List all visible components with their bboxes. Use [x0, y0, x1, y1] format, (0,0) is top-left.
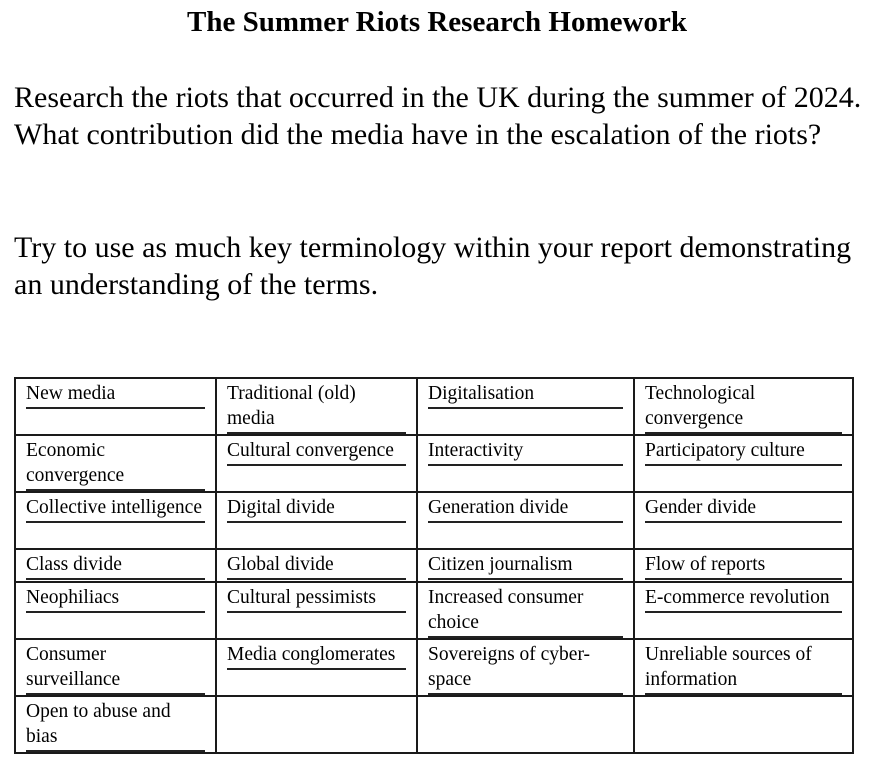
term-text: Citizen journalism [428, 552, 623, 580]
term-text: Unreliable sources of information [645, 642, 842, 695]
term-text: Cultural pessimists [227, 585, 406, 613]
term-cell: Sovereigns of cyber-space [416, 638, 635, 697]
table-row: New media Traditional (old) media Digita… [14, 377, 854, 436]
term-text: Economic convergence [26, 438, 205, 491]
table-row: Consumer surveillance Media conglomerate… [14, 638, 854, 697]
term-text: Increased consumer choice [428, 585, 623, 638]
table-row: Open to abuse and bias [14, 695, 854, 754]
page-title: The Summer Riots Research Homework [187, 6, 687, 38]
term-text: Gender divide [645, 495, 842, 523]
term-cell: Flow of reports [633, 548, 854, 583]
term-text: Traditional (old) media [227, 381, 406, 434]
table-row: Neophiliacs Cultural pessimists Increase… [14, 581, 854, 640]
term-cell: Increased consumer choice [416, 581, 635, 640]
table-row: Class divide Global divide Citizen journ… [14, 548, 854, 583]
term-cell: Technological convergence [633, 377, 854, 436]
term-text: E-commerce revolution [645, 585, 842, 613]
term-cell: Economic convergence [14, 434, 217, 493]
term-text: Flow of reports [645, 552, 842, 580]
term-cell: Open to abuse and bias [14, 695, 217, 754]
empty-cell [416, 695, 635, 754]
term-text: Interactivity [428, 438, 623, 466]
term-cell: Traditional (old) media [215, 377, 418, 436]
key-terms-table: New media Traditional (old) media Digita… [14, 377, 854, 754]
term-cell: Participatory culture [633, 434, 854, 493]
table-row: Economic convergence Cultural convergenc… [14, 434, 854, 493]
empty-cell [215, 695, 418, 754]
term-text: New media [26, 381, 205, 409]
empty-cell [633, 695, 854, 754]
term-text: Digital divide [227, 495, 406, 523]
term-text: Consumer surveillance [26, 642, 205, 695]
term-cell: Interactivity [416, 434, 635, 493]
term-text: Global divide [227, 552, 406, 580]
term-cell: Media conglomerates [215, 638, 418, 697]
term-cell: Unreliable sources of information [633, 638, 854, 697]
term-cell: Gender divide [633, 491, 854, 550]
term-text: Neophiliacs [26, 585, 205, 613]
term-cell: E-commerce revolution [633, 581, 854, 640]
term-text: Media conglomerates [227, 642, 406, 670]
term-text: Digitalisation [428, 381, 623, 409]
term-text: Cultural convergence [227, 438, 406, 466]
term-text: Collective intelligence [26, 495, 205, 523]
term-text: Open to abuse and bias [26, 699, 205, 752]
term-text: Participatory culture [645, 438, 842, 466]
term-cell: Cultural pessimists [215, 581, 418, 640]
term-cell: Global divide [215, 548, 418, 583]
term-cell: Digital divide [215, 491, 418, 550]
term-cell: Citizen journalism [416, 548, 635, 583]
term-cell: Generation divide [416, 491, 635, 550]
term-text: Generation divide [428, 495, 623, 523]
term-cell: Class divide [14, 548, 217, 583]
terminology-paragraph: Try to use as much key terminology withi… [14, 231, 852, 301]
term-text: Technological convergence [645, 381, 842, 434]
term-cell: Consumer surveillance [14, 638, 217, 697]
instructions-paragraph: Research the riots that occurred in the … [14, 81, 862, 151]
term-text: Sovereigns of cyber-space [428, 642, 623, 695]
term-cell: Cultural convergence [215, 434, 418, 493]
term-text: Class divide [26, 552, 205, 580]
term-cell: New media [14, 377, 217, 436]
table-row: Collective intelligence Digital divide G… [14, 491, 854, 550]
term-cell: Neophiliacs [14, 581, 217, 640]
term-cell: Collective intelligence [14, 491, 217, 550]
term-cell: Digitalisation [416, 377, 635, 436]
